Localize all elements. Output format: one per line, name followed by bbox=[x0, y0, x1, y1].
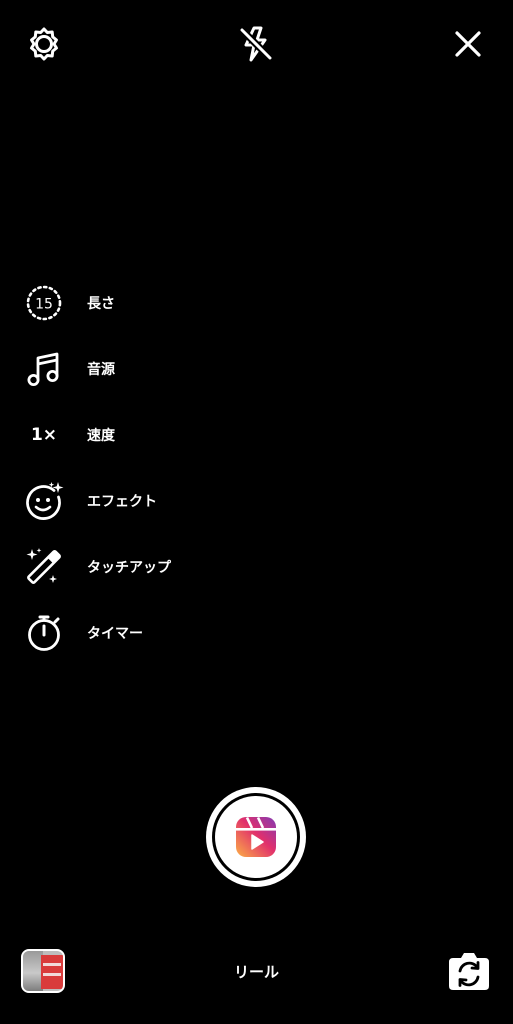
close-icon bbox=[455, 31, 481, 57]
menu-label-effects: エフェクト bbox=[87, 494, 157, 510]
magic-wand-icon bbox=[22, 545, 66, 589]
speed-value: 1× bbox=[30, 425, 58, 445]
camera-mode-label[interactable]: リール bbox=[0, 961, 513, 982]
duration-icon: 15 bbox=[22, 281, 66, 325]
flip-camera-icon bbox=[449, 953, 489, 990]
stopwatch-icon bbox=[22, 611, 66, 655]
reels-icon bbox=[236, 816, 276, 857]
menu-item-effects[interactable]: エフェクト bbox=[22, 468, 171, 534]
menu-item-speed[interactable]: 1× 速度 bbox=[22, 402, 171, 468]
close-button[interactable] bbox=[448, 24, 488, 64]
menu-label-length: 長さ bbox=[87, 296, 115, 312]
record-button-core bbox=[215, 796, 297, 878]
menu-label-speed: 速度 bbox=[87, 428, 115, 444]
effects-face-icon bbox=[22, 479, 66, 523]
menu-item-touch-up[interactable]: タッチアップ bbox=[22, 534, 171, 600]
gear-icon bbox=[30, 27, 58, 61]
flash-off-icon bbox=[239, 26, 273, 62]
flip-camera-button[interactable] bbox=[447, 950, 491, 992]
menu-item-length[interactable]: 15 長さ bbox=[22, 270, 171, 336]
menu-label-touch-up: タッチアップ bbox=[87, 560, 171, 576]
menu-item-timer[interactable]: タイマー bbox=[22, 600, 171, 666]
camera-options-menu: 15 長さ 音源 1× 速度 エフェクト タッチアップ タイマー bbox=[22, 270, 171, 666]
menu-item-audio[interactable]: 音源 bbox=[22, 336, 171, 402]
record-button-ring bbox=[212, 793, 300, 881]
flash-toggle-button[interactable] bbox=[236, 24, 276, 64]
menu-label-audio: 音源 bbox=[87, 362, 115, 378]
record-button[interactable] bbox=[206, 787, 306, 887]
menu-label-timer: タイマー bbox=[87, 626, 143, 642]
music-note-icon bbox=[22, 347, 66, 391]
settings-button[interactable] bbox=[24, 24, 64, 64]
duration-value: 15 bbox=[35, 297, 53, 313]
speed-icon: 1× bbox=[22, 413, 66, 457]
